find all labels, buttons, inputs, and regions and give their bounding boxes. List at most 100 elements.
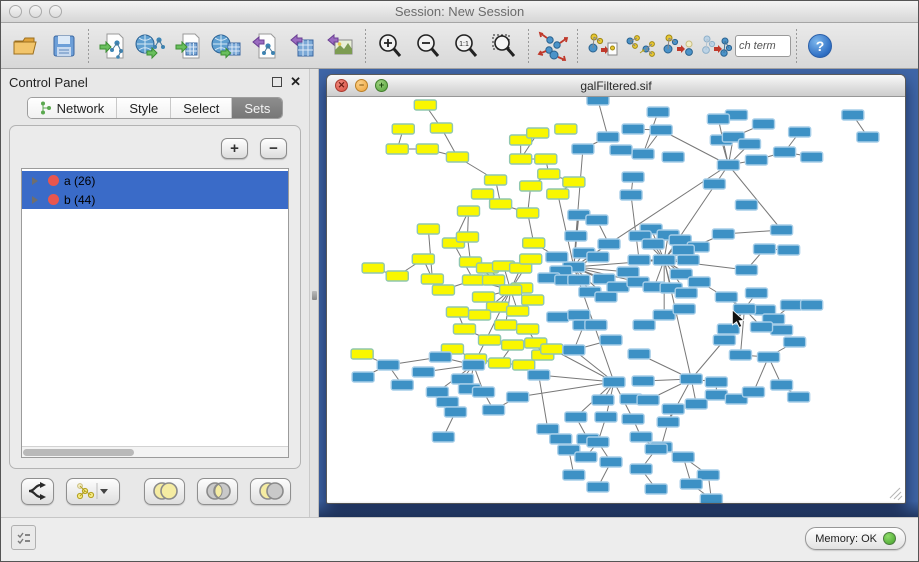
network-window-title: galFiltered.sif	[327, 79, 905, 93]
graph-node-blue	[781, 300, 803, 310]
zoom-out-button[interactable]	[409, 27, 447, 65]
memory-status-label: Memory: OK	[815, 533, 877, 545]
graph-node-blue	[647, 107, 669, 117]
graph-node-blue	[563, 345, 585, 355]
graph-node-blue	[680, 374, 702, 384]
apply-preferred-layout-button[interactable]	[534, 27, 572, 65]
horizontal-scrollbar[interactable]	[22, 446, 288, 457]
import-network-url-button[interactable]	[132, 27, 170, 65]
add-set-button[interactable]: +	[221, 138, 248, 159]
split-sets-button[interactable]	[21, 478, 54, 505]
union-sets-button[interactable]	[144, 478, 185, 505]
set-row-b[interactable]: b (44)	[22, 190, 288, 209]
remove-set-button[interactable]: −	[260, 138, 287, 159]
import-table-url-button[interactable]	[208, 27, 246, 65]
tab-network[interactable]: Network	[28, 98, 118, 118]
graph-node-blue	[788, 392, 810, 402]
help-button[interactable]: ?	[808, 34, 832, 58]
collapse-group-button[interactable]	[659, 27, 697, 65]
graph-node-blue	[617, 267, 639, 277]
network-view-window[interactable]: ✕ − + galFiltered.sif	[326, 74, 906, 504]
tab-select[interactable]: Select	[171, 98, 232, 118]
task-list-icon	[16, 530, 32, 546]
graph-node-blue	[662, 404, 684, 414]
graph-node-blue	[705, 377, 727, 387]
ungroup-button[interactable]	[697, 27, 735, 65]
expand-arrow-icon[interactable]	[32, 196, 38, 204]
import-network-file-button[interactable]	[94, 27, 132, 65]
network-graph[interactable]	[327, 97, 905, 503]
graph-node-yellow	[462, 275, 484, 285]
graph-node-yellow	[472, 189, 494, 199]
sets-action-bar	[1, 473, 309, 517]
save-session-button[interactable]	[45, 27, 83, 65]
open-session-button[interactable]	[7, 27, 45, 65]
graph-node-yellow	[457, 206, 479, 216]
graph-node-yellow	[495, 320, 517, 330]
graph-node-yellow	[513, 360, 535, 370]
zoom-in-button[interactable]	[371, 27, 409, 65]
yellow-network-icon	[75, 482, 95, 500]
graph-node-blue	[745, 288, 767, 298]
graph-node-blue	[771, 225, 793, 235]
create-group-button[interactable]	[583, 27, 621, 65]
graph-node-blue	[483, 405, 505, 415]
export-image-button[interactable]	[322, 27, 360, 65]
graph-node-blue	[753, 244, 775, 254]
network-tree-icon	[40, 101, 52, 115]
export-table-button[interactable]	[284, 27, 322, 65]
graph-node-blue	[633, 320, 655, 330]
graph-node-blue	[587, 437, 609, 447]
expand-arrow-icon[interactable]	[32, 177, 38, 185]
tab-style[interactable]: Style	[117, 98, 171, 118]
graph-node-yellow	[517, 324, 539, 334]
graph-node-blue	[645, 444, 667, 454]
graph-node-yellow	[417, 224, 439, 234]
difference-sets-button[interactable]	[250, 478, 291, 505]
expand-contract-group-button[interactable]	[621, 27, 659, 65]
splitter-grip[interactable]	[312, 291, 317, 300]
import-network-url-icon	[135, 31, 167, 61]
network-canvas[interactable]	[327, 97, 905, 503]
graph-node-blue	[563, 470, 585, 480]
sets-panel: + − a (26) b (44)	[9, 125, 301, 469]
graph-node-blue	[738, 139, 760, 149]
graph-node-yellow	[522, 295, 544, 305]
intersection-sets-button[interactable]	[197, 478, 238, 505]
panel-splitter[interactable]	[309, 69, 319, 517]
graph-node-blue	[429, 352, 451, 362]
network-window-titlebar[interactable]: ✕ − + galFiltered.sif	[327, 75, 905, 97]
import-table-file-icon	[174, 31, 204, 61]
graph-node-blue	[771, 325, 793, 335]
sets-toolbar: + −	[21, 136, 289, 168]
control-panel-title: Control Panel	[9, 75, 88, 90]
svg-text:1:1: 1:1	[459, 41, 469, 48]
create-set-from-network-button[interactable]	[66, 478, 120, 505]
expand-contract-group-icon	[624, 31, 656, 61]
close-panel-icon[interactable]: ✕	[290, 77, 301, 87]
zoom-actual-size-button[interactable]: 1:1	[447, 27, 485, 65]
dropdown-caret-icon[interactable]	[95, 482, 111, 500]
graph-node-yellow	[453, 324, 475, 334]
set-label: b (44)	[64, 193, 95, 207]
import-table-file-button[interactable]	[170, 27, 208, 65]
create-group-icon	[586, 31, 618, 61]
graph-node-yellow	[362, 263, 384, 273]
venn-difference-icon	[256, 481, 286, 501]
task-history-button[interactable]	[11, 525, 36, 550]
graph-node-blue	[675, 288, 697, 298]
graph-node-blue	[712, 229, 734, 239]
set-row-a[interactable]: a (26)	[22, 171, 288, 190]
search-input[interactable]: ch term	[735, 35, 791, 57]
memory-status-button[interactable]: Memory: OK	[805, 527, 906, 550]
scrollbar-thumb[interactable]	[23, 449, 134, 456]
graph-node-blue	[546, 252, 568, 262]
export-network-button[interactable]	[246, 27, 284, 65]
graph-node-blue	[801, 152, 823, 162]
graph-node-blue	[717, 324, 739, 334]
float-panel-icon[interactable]	[272, 77, 282, 87]
tab-sets[interactable]: Sets	[232, 98, 282, 118]
graph-node-blue	[645, 484, 667, 494]
window-title: Session: New Session	[1, 4, 918, 19]
zoom-fit-selected-button[interactable]	[485, 27, 523, 65]
